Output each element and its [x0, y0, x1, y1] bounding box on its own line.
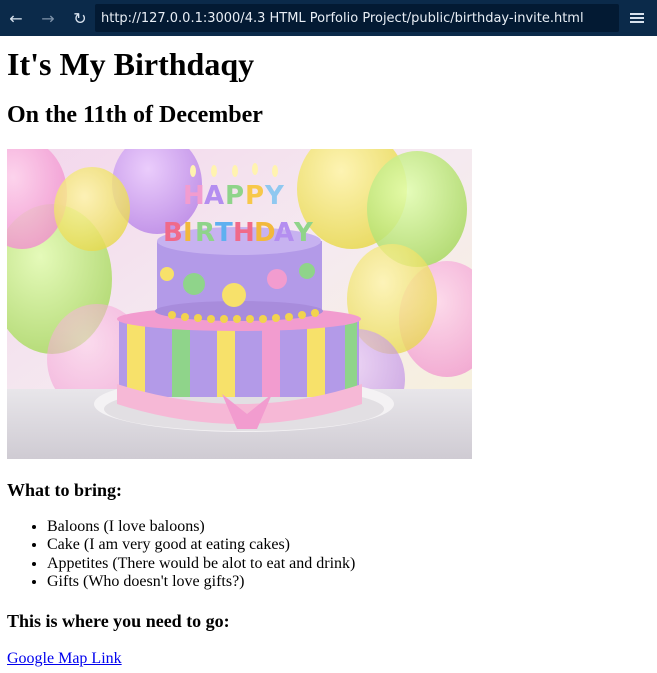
hamburger-menu-icon — [630, 13, 644, 23]
where-to-go-heading: This is where you need to go: — [7, 611, 230, 631]
svg-text:I: I — [183, 218, 193, 248]
svg-text:A: A — [204, 181, 224, 211]
address-bar[interactable]: http://127.0.0.1:3000/4.3 HTML Porfolio … — [95, 4, 619, 32]
arrow-left-icon: ← — [9, 8, 23, 28]
back-button[interactable]: ← — [2, 4, 30, 32]
reload-button[interactable]: ↻ — [66, 4, 94, 32]
list-item: Baloons (I love baloons) — [47, 518, 355, 536]
svg-text:H: H — [233, 218, 255, 248]
svg-text:P: P — [225, 181, 244, 211]
url-text: http://127.0.0.1:3000/4.3 HTML Porfolio … — [101, 10, 584, 26]
page-subtitle: On the 11th of December — [7, 102, 263, 128]
google-map-link[interactable]: Google Map Link — [7, 650, 122, 668]
birthday-cake-image: H A P P Y B I R T H D A Y — [7, 149, 472, 459]
list-item: Appetites (There would be alot to eat an… — [47, 555, 355, 573]
svg-text:R: R — [195, 218, 215, 248]
svg-text:A: A — [274, 218, 294, 248]
svg-text:H: H — [183, 181, 205, 211]
page-title: It's My Birthdaqy — [7, 46, 255, 82]
svg-text:D: D — [254, 218, 276, 248]
svg-text:B: B — [163, 218, 183, 248]
arrow-right-icon: → — [41, 8, 55, 28]
bring-list: Baloons (I love baloons) Cake (I am very… — [7, 518, 355, 592]
svg-text:Y: Y — [293, 218, 314, 248]
list-item: Cake (I am very good at eating cakes) — [47, 536, 355, 554]
reload-icon: ↻ — [73, 8, 87, 28]
menu-button[interactable] — [625, 6, 649, 30]
what-to-bring-heading: What to bring: — [7, 480, 123, 500]
svg-text:P: P — [245, 181, 264, 211]
svg-text:Y: Y — [264, 181, 285, 211]
list-item: Gifts (Who doesn't love gifts?) — [47, 573, 355, 591]
svg-text:T: T — [215, 218, 233, 248]
browser-toolbar: ← → ↻ http://127.0.0.1:3000/4.3 HTML Por… — [0, 0, 657, 36]
forward-button[interactable]: → — [34, 4, 62, 32]
